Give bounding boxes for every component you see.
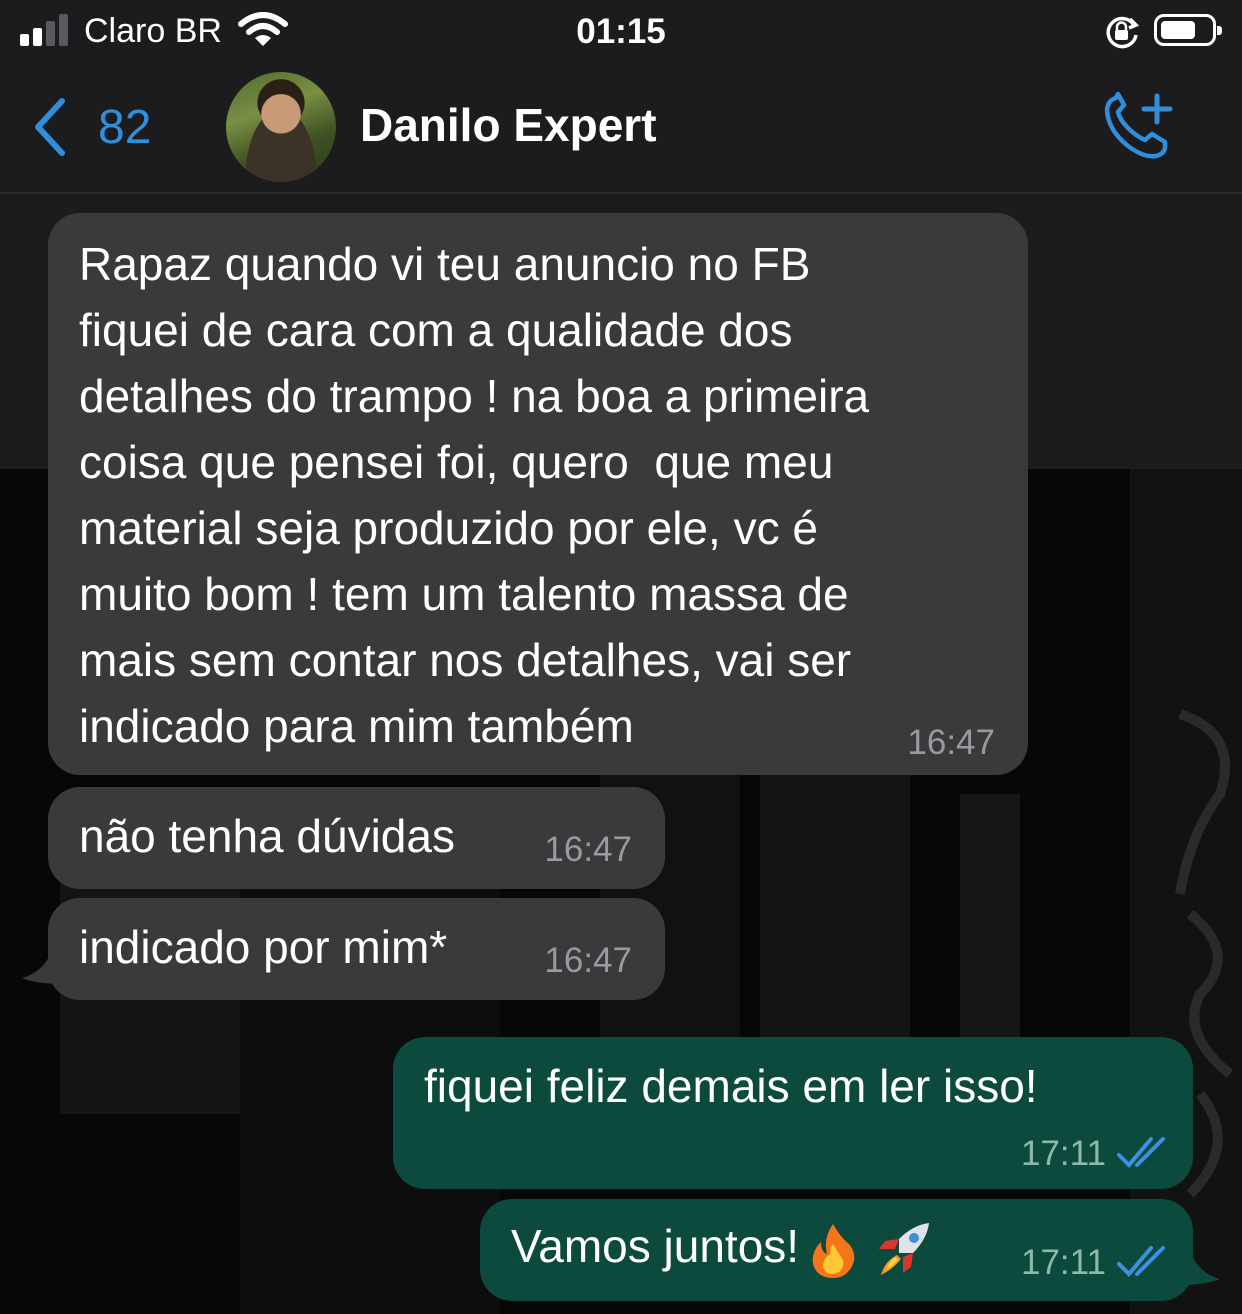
message-time: 17:11 <box>1021 1134 1106 1173</box>
message-text: Vamos juntos! <box>511 1213 935 1283</box>
fire-emoji-icon <box>812 1223 855 1278</box>
battery-icon <box>1154 14 1222 46</box>
chat-area[interactable]: Rapaz quando vi teu anuncio no FB fiquei… <box>0 194 1242 1314</box>
message-time: 16:47 <box>907 723 995 762</box>
message-text: indicado por mim* <box>79 921 448 973</box>
bubble-tail <box>22 950 62 984</box>
message-time: 16:47 <box>544 830 632 869</box>
back-button[interactable]: 82 <box>32 92 151 162</box>
message-text: Rapaz quando vi teu anuncio no FB fiquei… <box>79 238 870 752</box>
message-bubble-outgoing[interactable]: Vamos juntos! 17:11 <box>480 1199 1193 1301</box>
unread-count: 82 <box>98 100 152 154</box>
add-call-icon[interactable] <box>1102 90 1178 162</box>
read-receipt-icon <box>1117 1246 1165 1277</box>
message-bubble-outgoing[interactable]: fiquei feliz demais em ler isso! 17:11 <box>393 1037 1193 1189</box>
rotation-lock-icon <box>1106 16 1140 49</box>
message-bubble-incoming[interactable]: Rapaz quando vi teu anuncio no FB fiquei… <box>48 213 1028 775</box>
rocket-emoji-icon <box>879 1222 930 1275</box>
message-time: 17:11 <box>1021 1243 1106 1282</box>
message-time: 16:47 <box>544 941 632 980</box>
message-bubble-incoming[interactable]: indicado por mim* 16:47 <box>48 898 665 1000</box>
chat-header: 82 Danilo Expert <box>0 66 1242 194</box>
message-text-content: Vamos juntos! <box>511 1220 800 1272</box>
status-time: 01:15 <box>576 12 666 51</box>
message-text: fiquei feliz demais em ler isso! <box>424 1060 1038 1112</box>
contact-avatar[interactable] <box>226 72 336 182</box>
status-bar: Claro BR 01:15 <box>0 0 1242 66</box>
message-text: não tenha dúvidas <box>79 810 455 862</box>
bubble-tail <box>1180 1251 1220 1285</box>
read-receipt-icon <box>1117 1137 1165 1168</box>
contact-name[interactable]: Danilo Expert <box>360 98 657 152</box>
message-bubble-incoming[interactable]: não tenha dúvidas 16:47 <box>48 787 665 889</box>
chevron-left-icon <box>35 98 65 156</box>
